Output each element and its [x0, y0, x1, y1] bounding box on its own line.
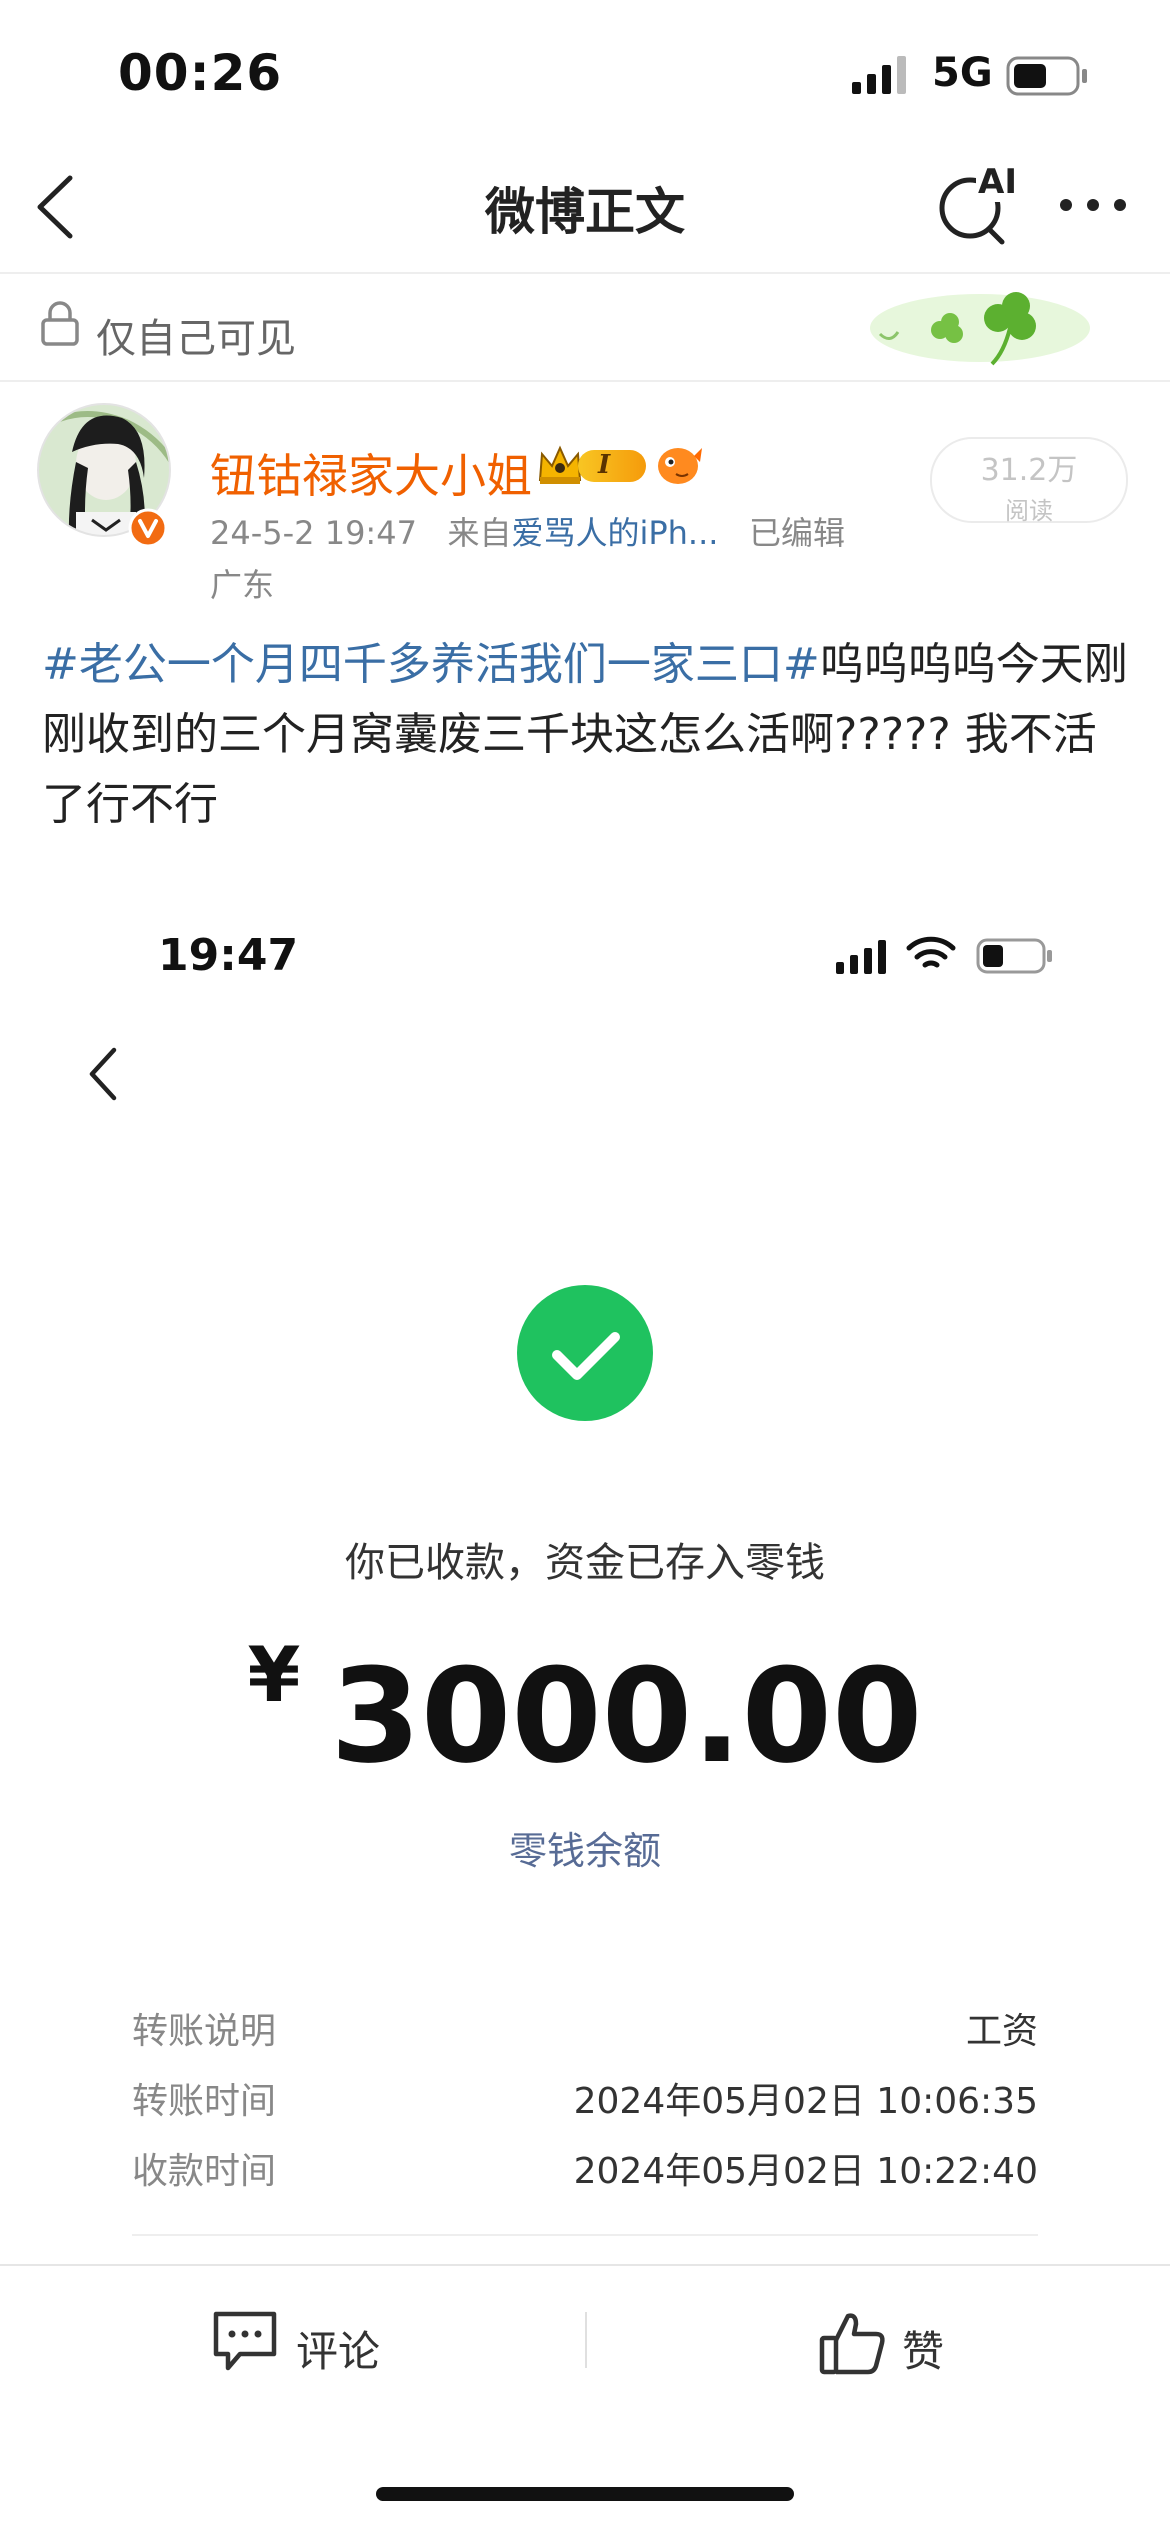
detail-label-receive-time: 收款时间: [132, 2151, 277, 2192]
post-date: 24-5-2 19:47: [210, 514, 417, 552]
visibility-label: 仅自己可见: [96, 316, 296, 362]
action-bar-divider: [585, 2312, 587, 2368]
signal-icon: [852, 56, 906, 94]
comment-icon: [213, 2311, 277, 2371]
crown-icon: [538, 445, 582, 484]
detail-label-note: 转账说明: [132, 2011, 277, 2052]
lock-icon: [41, 301, 79, 346]
post-location: 广东: [210, 566, 275, 604]
ai-search-button[interactable]: AI: [936, 162, 1019, 248]
comment-label[interactable]: 评论: [296, 2318, 380, 2379]
hashtag-link[interactable]: #老公一个月四千多养活我们一家三口#: [42, 639, 820, 690]
thumbs-up-icon: [819, 2313, 885, 2375]
read-label: 阅读: [1005, 497, 1053, 525]
source-prefix: 来自: [447, 514, 512, 552]
like-button[interactable]: [810, 2300, 990, 2390]
fish-badge-icon: [658, 448, 702, 484]
amount: ¥3000.00: [0, 1630, 1170, 1792]
check-icon: [552, 1332, 620, 1380]
more-icon[interactable]: [1058, 195, 1128, 215]
ai-label: AI: [976, 162, 1019, 202]
username[interactable]: 钮钴禄家大小姐: [210, 440, 532, 506]
embedded-status-time: 19:47: [158, 930, 299, 981]
success-circle: [517, 1285, 653, 1421]
clover-decoration-icon: [870, 292, 1090, 366]
embedded-wifi-icon: [906, 936, 956, 968]
avatar[interactable]: [36, 402, 172, 550]
post-meta: 24-5-2 19:47 来自爱骂人的iPh... 已编辑: [210, 508, 845, 554]
detail-value-transfer-time: 2024年05月02日 10:06:35: [573, 2081, 1038, 2122]
amount-value: 3000.00: [330, 1640, 923, 1792]
like-label[interactable]: 赞: [902, 2318, 944, 2379]
detail-value-note: 工资: [965, 2011, 1038, 2052]
visibility-divider: [0, 380, 1170, 382]
home-indicator[interactable]: [376, 2487, 794, 2501]
received-status-text: 你已收款，资金已存入零钱: [345, 1540, 825, 1586]
post-source[interactable]: 爱骂人的iPh...: [511, 514, 718, 552]
post-text: #老公一个月四千多养活我们一家三口#呜呜呜呜今天刚刚收到的三个月窝囊废三千块这怎…: [42, 630, 1132, 840]
battery-icon: [1006, 56, 1087, 96]
network-label: 5G: [932, 50, 993, 96]
edited-label[interactable]: 已编辑: [749, 514, 845, 552]
read-count: 31.2万: [980, 453, 1078, 488]
embedded-back-icon: [89, 1047, 117, 1101]
verified-badge-icon: [128, 508, 168, 548]
read-count-badge: 31.2万 阅读: [930, 437, 1128, 525]
embedded-battery-icon: [976, 938, 1052, 974]
currency-symbol: ¥: [247, 1630, 301, 1719]
status-time: 00:26: [118, 44, 283, 102]
detail-value-receive-time: 2024年05月02日 10:22:40: [573, 2151, 1038, 2192]
balance-link: 零钱余额: [508, 1829, 661, 1873]
vip-level: I: [598, 450, 611, 480]
embedded-divider: [132, 2234, 1038, 2236]
detail-label-transfer-time: 转账时间: [132, 2081, 277, 2122]
embedded-signal-icon: [836, 940, 886, 974]
vip-badge[interactable]: I: [536, 445, 650, 486]
